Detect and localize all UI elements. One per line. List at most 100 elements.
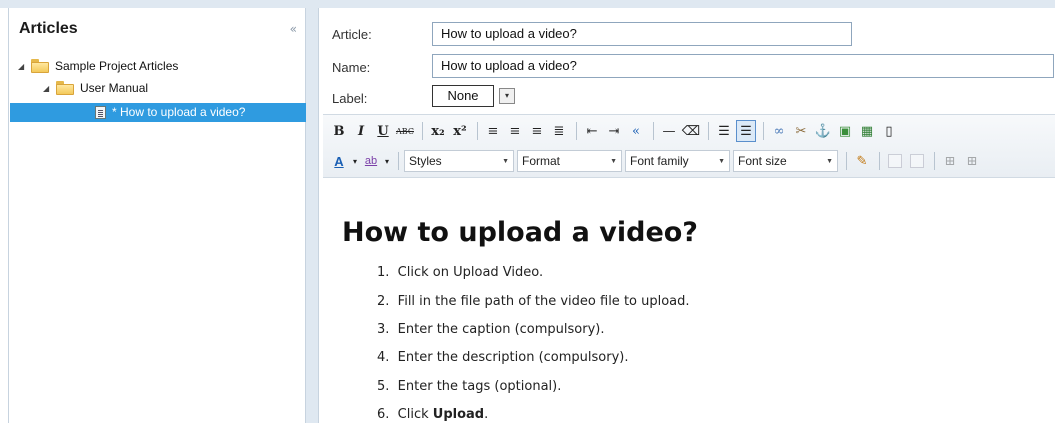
panel-splitter[interactable] bbox=[306, 8, 318, 423]
expand-arrow-icon[interactable]: ◢ bbox=[43, 84, 53, 93]
article-field[interactable]: How to upload a video? bbox=[432, 22, 852, 46]
toolbar-row-2: A ▾ ab ▾ Styles ▼ Format ▼ Font family ▼ Fo… bbox=[329, 147, 984, 175]
list-item: 2. Fill in the file path of the video fi… bbox=[377, 294, 690, 309]
tree-item-label: Sample Project Articles bbox=[55, 59, 179, 73]
toolbar-separator bbox=[653, 122, 654, 140]
list-item-text: Fill in the file path of the video file … bbox=[397, 294, 690, 309]
table-properties-icon[interactable] bbox=[907, 150, 927, 172]
folder-icon bbox=[56, 81, 74, 95]
editor-panel: Article: How to upload a video? Name: Ho… bbox=[318, 8, 1055, 423]
highlight-color-dropdown-icon[interactable]: ▾ bbox=[383, 150, 391, 172]
panel-header: Articles « bbox=[9, 8, 305, 42]
chevron-down-icon: ▼ bbox=[718, 158, 725, 165]
indent-icon[interactable]: ⇥ bbox=[604, 120, 624, 142]
name-field[interactable]: How to upload a video? bbox=[432, 54, 1054, 78]
toolbar-separator bbox=[422, 122, 423, 140]
link-icon[interactable]: ∞ bbox=[769, 120, 789, 142]
superscript-button[interactable]: x² bbox=[450, 120, 470, 142]
insert-row-icon[interactable]: ⊞ bbox=[940, 150, 960, 172]
toolbar-separator bbox=[934, 152, 935, 170]
text-color-icon[interactable]: A bbox=[329, 150, 349, 172]
tree-item-label: User Manual bbox=[80, 81, 149, 95]
list-item-text: Enter the tags (optional). bbox=[397, 379, 562, 394]
expand-arrow-icon[interactable]: ◢ bbox=[18, 62, 28, 71]
toolbar-row-1: B I U ABC x₂ x² ≡ ≡ ≡ ≣ ⇤ ⇥ « — ⌫ ☰ ☰ ∞ … bbox=[329, 117, 901, 145]
edit-source-icon[interactable]: ✎ bbox=[852, 150, 872, 172]
font-family-select-label: Font family bbox=[630, 154, 689, 168]
image-icon[interactable]: ▣ bbox=[835, 120, 855, 142]
list-item-text: Click bbox=[397, 407, 433, 422]
list-item: 3. Enter the caption (compulsory). bbox=[377, 322, 604, 337]
media-icon[interactable]: ▦ bbox=[857, 120, 877, 142]
outdent-icon[interactable]: ⇤ bbox=[582, 120, 602, 142]
align-right-icon[interactable]: ≡ bbox=[527, 120, 547, 142]
table-icon[interactable] bbox=[885, 150, 905, 172]
tree-item-sample-project-articles[interactable]: ◢ Sample Project Articles bbox=[18, 55, 178, 77]
label-dropdown-icon[interactable]: ▾ bbox=[499, 88, 515, 104]
align-left-icon[interactable]: ≡ bbox=[483, 120, 503, 142]
chevron-down-icon: ▼ bbox=[826, 158, 833, 165]
list-item: 1. Click on Upload Video. bbox=[377, 265, 543, 280]
article-heading: How to upload a video? bbox=[342, 217, 698, 248]
toolbar-separator bbox=[846, 152, 847, 170]
list-item-punctuation: . bbox=[484, 407, 489, 422]
list-item-number: 5. bbox=[377, 379, 390, 394]
toolbar-separator bbox=[879, 152, 880, 170]
articles-panel: Articles « ◢ Sample Project Articles ◢ U… bbox=[8, 8, 306, 423]
justify-icon[interactable]: ≣ bbox=[549, 120, 569, 142]
font-family-select[interactable]: Font family ▼ bbox=[625, 150, 730, 172]
page-icon[interactable]: ▯ bbox=[879, 120, 899, 142]
bullet-list-icon[interactable]: ☰ bbox=[714, 120, 734, 142]
horizontal-rule-icon[interactable]: — bbox=[659, 120, 679, 142]
top-strip bbox=[0, 0, 1055, 8]
toolbar-separator bbox=[398, 152, 399, 170]
tree-item-how-to-upload-a-video[interactable]: * How to upload a video? bbox=[95, 101, 245, 123]
subscript-button[interactable]: x₂ bbox=[428, 120, 448, 142]
numbered-list-icon[interactable]: ☰ bbox=[736, 120, 756, 142]
collapse-panel-icon[interactable]: « bbox=[290, 22, 297, 36]
styles-select[interactable]: Styles ▼ bbox=[404, 150, 514, 172]
bold-button[interactable]: B bbox=[329, 120, 349, 142]
list-item-text: Enter the description (compulsory). bbox=[397, 350, 629, 365]
label-label: Label: bbox=[332, 91, 368, 106]
list-item-text: Click on Upload Video. bbox=[397, 265, 544, 280]
toolbar-separator bbox=[477, 122, 478, 140]
toolbar-separator bbox=[576, 122, 577, 140]
unlink-icon[interactable]: ✂ bbox=[791, 120, 811, 142]
tree-item-user-manual[interactable]: ◢ User Manual bbox=[43, 77, 148, 99]
highlight-color-icon[interactable]: ab bbox=[361, 150, 381, 172]
underline-button[interactable]: U bbox=[373, 120, 393, 142]
insert-column-icon[interactable]: ⊞ bbox=[962, 150, 982, 172]
anchor-icon[interactable]: ⚓ bbox=[813, 120, 833, 142]
align-center-icon[interactable]: ≡ bbox=[505, 120, 525, 142]
list-item: 6. Click Upload. bbox=[377, 407, 488, 422]
chevron-down-icon: ▼ bbox=[502, 158, 509, 165]
font-size-select[interactable]: Font size ▼ bbox=[733, 150, 838, 172]
list-item-number: 4. bbox=[377, 350, 390, 365]
italic-button[interactable]: I bbox=[351, 120, 371, 142]
toolbar-separator bbox=[708, 122, 709, 140]
list-item-number: 2. bbox=[377, 294, 390, 309]
eraser-icon[interactable]: ⌫ bbox=[681, 120, 701, 142]
list-item-bold-text: Upload bbox=[432, 407, 485, 422]
article-label: Article: bbox=[332, 27, 372, 42]
styles-select-label: Styles bbox=[409, 154, 442, 168]
list-item-number: 1. bbox=[377, 265, 390, 280]
font-size-select-label: Font size bbox=[738, 154, 787, 168]
label-select[interactable]: None bbox=[432, 85, 494, 107]
toolbar-separator bbox=[763, 122, 764, 140]
text-color-dropdown-icon[interactable]: ▾ bbox=[351, 150, 359, 172]
list-item-number: 3. bbox=[377, 322, 390, 337]
list-item: 4. Enter the description (compulsory). bbox=[377, 350, 629, 365]
document-icon bbox=[95, 105, 106, 119]
list-item-number: 6. bbox=[377, 407, 390, 422]
blockquote-icon[interactable]: « bbox=[626, 120, 646, 142]
editor-toolbar: B I U ABC x₂ x² ≡ ≡ ≡ ≣ ⇤ ⇥ « — ⌫ ☰ ☰ ∞ … bbox=[323, 114, 1055, 178]
strikethrough-button[interactable]: ABC bbox=[395, 120, 415, 142]
list-item-text: Enter the caption (compulsory). bbox=[397, 322, 605, 337]
list-item: 5. Enter the tags (optional). bbox=[377, 379, 561, 394]
format-select[interactable]: Format ▼ bbox=[517, 150, 622, 172]
chevron-down-icon: ▼ bbox=[610, 158, 617, 165]
tree-item-label: * How to upload a video? bbox=[112, 105, 246, 119]
format-select-label: Format bbox=[522, 154, 561, 168]
